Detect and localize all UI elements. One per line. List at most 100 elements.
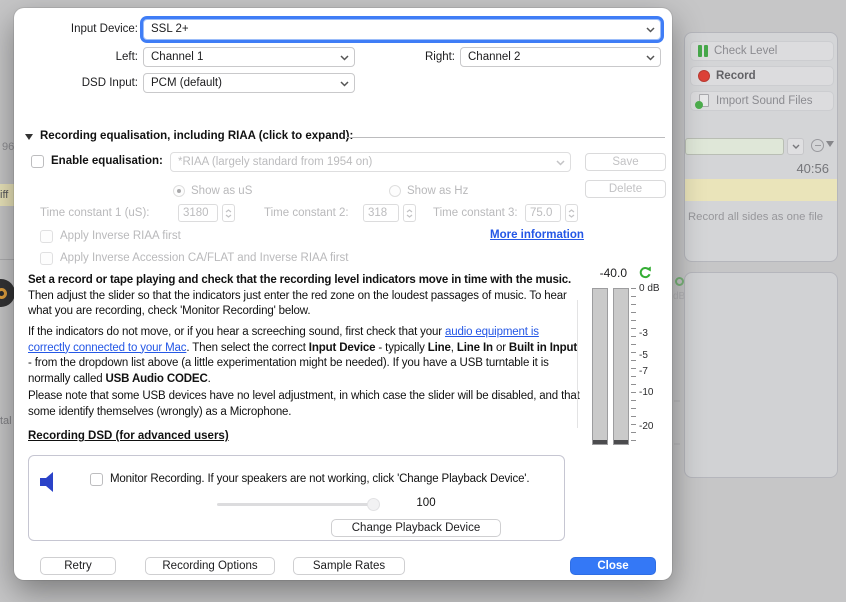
level-meter: -40.0 0 dB -3 -5 -7 -10 -20 bbox=[579, 265, 672, 460]
enable-equalisation-label: Enable equalisation: bbox=[51, 155, 163, 167]
sample-rates-button[interactable]: Sample Rates bbox=[293, 557, 405, 575]
record-button[interactable]: Record bbox=[690, 66, 834, 86]
right-channel-select[interactable]: Channel 2 bbox=[460, 47, 661, 67]
left-edge-separator bbox=[0, 259, 14, 260]
disclosure-triangle-icon[interactable] bbox=[25, 134, 33, 140]
minus-circle-icon[interactable] bbox=[811, 139, 824, 152]
time-constant-2-label: Time constant 2: bbox=[264, 207, 349, 219]
help-p2-bold: USB Audio CODEC bbox=[106, 373, 208, 385]
volume-slider-thumb[interactable] bbox=[367, 498, 380, 511]
retry-button[interactable]: Retry bbox=[40, 557, 116, 575]
background-db-label: dB bbox=[673, 291, 685, 302]
meter-scale-5: -5 bbox=[639, 350, 648, 361]
recording-options-label: Recording Options bbox=[162, 560, 257, 572]
reset-peak-icon[interactable] bbox=[637, 265, 652, 280]
save-button[interactable]: Save bbox=[585, 153, 666, 171]
highlighted-track-row[interactable] bbox=[685, 179, 837, 201]
side-duration: 40:56 bbox=[796, 161, 829, 176]
more-information-link[interactable]: More information bbox=[490, 229, 584, 241]
meter-scale-7: -7 bbox=[639, 366, 648, 377]
dsd-input-select[interactable]: PCM (default) bbox=[143, 73, 355, 93]
sample-rates-label: Sample Rates bbox=[313, 560, 385, 572]
import-sound-files-label: Import Sound Files bbox=[716, 95, 813, 107]
enable-equalisation-checkbox[interactable] bbox=[31, 155, 44, 168]
meter-scale-0db: 0 dB bbox=[639, 283, 660, 294]
time-constant-2-value: 318 bbox=[368, 207, 387, 219]
input-device-value: SSL 2+ bbox=[151, 23, 189, 35]
recording-options-button[interactable]: Recording Options bbox=[145, 557, 275, 575]
background-reset-icon bbox=[675, 277, 684, 286]
eq-section-header[interactable]: Recording equalisation, including RIAA (… bbox=[40, 130, 353, 142]
close-label: Close bbox=[597, 560, 628, 572]
help-p2-bold: Line bbox=[428, 342, 451, 354]
show-as-us-radio[interactable] bbox=[173, 185, 185, 197]
chevron-down-icon bbox=[556, 160, 565, 166]
stepper-down-icon bbox=[225, 214, 232, 218]
background-album-select[interactable] bbox=[685, 138, 784, 155]
help-paragraph-3: Please note that some USB devices have n… bbox=[28, 389, 580, 420]
meter-bar-right bbox=[613, 288, 629, 445]
monitor-recording-checkbox[interactable] bbox=[90, 473, 103, 486]
left-channel-select[interactable]: Channel 1 bbox=[143, 47, 355, 67]
time-constant-1-field[interactable]: 3180 bbox=[178, 204, 218, 222]
stepper-down-icon bbox=[406, 214, 413, 218]
import-file-icon bbox=[698, 94, 710, 108]
background-album-chevron-button[interactable] bbox=[787, 138, 804, 155]
right-channel-label: Right: bbox=[400, 51, 455, 63]
import-sound-files-button[interactable]: Import Sound Files bbox=[690, 91, 834, 111]
record-icon bbox=[698, 70, 710, 82]
stepper-up-icon bbox=[406, 209, 413, 213]
chevron-down-icon bbox=[340, 81, 349, 87]
monitor-recording-box: Monitor Recording. If your speakers are … bbox=[28, 455, 565, 541]
help-p2-text: . Then select the correct bbox=[186, 342, 308, 354]
time-constant-3-stepper[interactable] bbox=[565, 204, 578, 222]
check-level-button[interactable]: Check Level bbox=[690, 41, 834, 61]
retry-label: Retry bbox=[64, 560, 91, 572]
eq-header-rule bbox=[346, 137, 665, 138]
volume-value: 100 bbox=[411, 497, 441, 509]
chevron-down-icon bbox=[646, 27, 655, 33]
chevron-down-icon bbox=[646, 55, 655, 61]
time-constant-1-stepper[interactable] bbox=[222, 204, 235, 222]
time-constant-2-stepper[interactable] bbox=[403, 204, 416, 222]
record-all-sides-label: Record all sides as one file bbox=[688, 211, 823, 223]
change-playback-device-label: Change Playback Device bbox=[352, 522, 481, 534]
speaker-icon bbox=[39, 471, 63, 493]
stepper-up-icon bbox=[225, 209, 232, 213]
show-as-hz-radio[interactable] bbox=[389, 185, 401, 197]
help-paragraph-2: If the indicators do not move, or if you… bbox=[28, 325, 580, 387]
dsd-input-label: DSD Input: bbox=[14, 77, 138, 89]
help-p1-bold: Set a record or tape playing and check t… bbox=[28, 274, 571, 286]
apply-inverse-accession-label: Apply Inverse Accession CA/FLAT and Inve… bbox=[60, 252, 348, 264]
close-button[interactable]: Close bbox=[570, 557, 656, 575]
left-edge-text-fragment: iff bbox=[0, 189, 8, 201]
help-paragraph-1: Set a record or tape playing and check t… bbox=[28, 273, 580, 320]
recording-setup-dialog: Input Device: SSL 2+ Left: Channel 1 Rig… bbox=[14, 8, 672, 580]
left-edge-text-fragment: tal bbox=[0, 415, 12, 427]
time-constant-2-field[interactable]: 318 bbox=[363, 204, 399, 222]
help-p1-rest: Then adjust the slider so that the indic… bbox=[28, 290, 567, 318]
meter-scale-10: -10 bbox=[639, 387, 653, 398]
screen: Check Level Record Import Sound Files 40… bbox=[0, 0, 846, 602]
help-p2-text: or bbox=[493, 342, 509, 354]
meter-scale-3: -3 bbox=[639, 328, 648, 339]
show-as-us-label: Show as uS bbox=[191, 185, 252, 197]
delete-button[interactable]: Delete bbox=[585, 180, 666, 198]
dropdown-triangle-icon[interactable] bbox=[826, 141, 834, 147]
eq-curve-select[interactable]: *RIAA (largely standard from 1954 on) bbox=[170, 152, 571, 172]
help-p2-text: - typically bbox=[375, 342, 427, 354]
eq-curve-value: *RIAA (largely standard from 1954 on) bbox=[178, 156, 372, 168]
input-device-select[interactable]: SSL 2+ bbox=[143, 19, 661, 40]
monitor-recording-label: Monitor Recording. If your speakers are … bbox=[110, 473, 529, 485]
change-playback-device-button[interactable]: Change Playback Device bbox=[331, 519, 501, 537]
record-label: Record bbox=[716, 70, 756, 82]
apply-inverse-accession-checkbox[interactable] bbox=[40, 252, 53, 265]
time-constant-3-label: Time constant 3: bbox=[433, 207, 518, 219]
left-channel-value: Channel 1 bbox=[151, 51, 203, 63]
check-level-label: Check Level bbox=[714, 45, 777, 57]
chevron-down-icon bbox=[792, 144, 800, 149]
volume-slider[interactable] bbox=[217, 503, 373, 506]
apply-inverse-riaa-checkbox[interactable] bbox=[40, 230, 53, 243]
left-edge-number-fragment: 96 bbox=[2, 141, 14, 153]
time-constant-3-field[interactable]: 75.0 bbox=[525, 204, 561, 222]
